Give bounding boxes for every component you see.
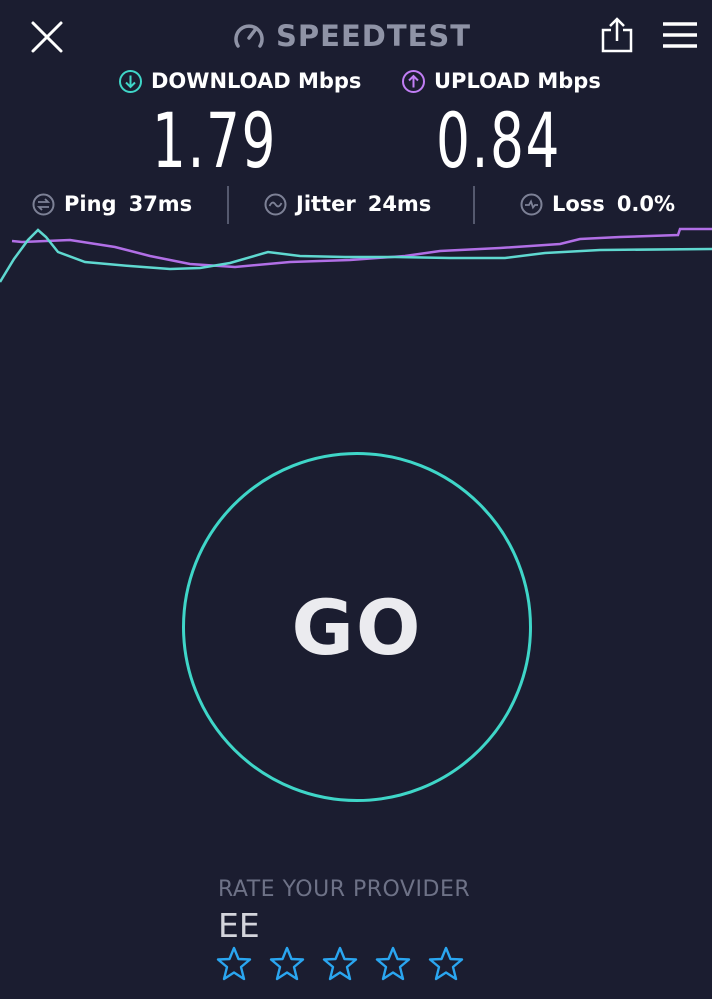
close-icon xyxy=(31,21,63,53)
download-header: DOWNLOAD Mbps xyxy=(118,64,361,98)
share-icon xyxy=(601,17,633,53)
provider-name: EE xyxy=(218,906,260,945)
loss-value: 0.0% xyxy=(616,192,676,216)
star-rating[interactable] xyxy=(216,946,464,982)
ping-icon xyxy=(32,193,55,215)
upload-value: 0.84 xyxy=(436,96,561,185)
menu-button[interactable] xyxy=(660,18,700,52)
upload-arrow-icon xyxy=(402,69,425,93)
star-icon[interactable] xyxy=(322,946,358,982)
star-icon[interactable] xyxy=(375,946,411,982)
app-title: SPEEDTEST xyxy=(276,19,472,53)
loss-stat: Loss 0.0% xyxy=(520,186,675,222)
speedtest-logo: SPEEDTEST xyxy=(232,16,471,56)
download-label: DOWNLOAD Mbps xyxy=(151,69,362,93)
close-button[interactable] xyxy=(28,18,66,56)
loss-label: Loss xyxy=(552,192,605,216)
upload-graph-line xyxy=(11,227,712,269)
share-button[interactable] xyxy=(598,14,636,54)
ping-value: 37ms xyxy=(128,192,193,216)
stat-divider xyxy=(473,186,475,224)
rate-provider-title: RATE YOUR PROVIDER xyxy=(218,877,471,902)
speed-graph xyxy=(0,227,712,283)
speedometer-icon xyxy=(234,24,264,48)
hamburger-menu-icon xyxy=(663,22,697,48)
star-icon[interactable] xyxy=(269,946,305,982)
jitter-stat: Jitter 24ms xyxy=(264,186,431,222)
go-button[interactable]: GO xyxy=(182,452,532,802)
stat-divider xyxy=(227,186,229,224)
download-value: 1.79 xyxy=(152,96,277,185)
go-label: GO xyxy=(291,582,423,672)
upload-label: UPLOAD Mbps xyxy=(434,69,601,93)
star-icon[interactable] xyxy=(216,946,252,982)
ping-label: Ping xyxy=(64,192,117,216)
star-icon[interactable] xyxy=(428,946,464,982)
jitter-value: 24ms xyxy=(367,192,432,216)
ping-stat: Ping 37ms xyxy=(32,186,192,222)
upload-header: UPLOAD Mbps xyxy=(401,64,601,98)
jitter-icon xyxy=(264,193,287,215)
download-arrow-icon xyxy=(119,69,142,93)
loss-icon xyxy=(520,193,543,215)
jitter-label: Jitter xyxy=(296,192,356,216)
